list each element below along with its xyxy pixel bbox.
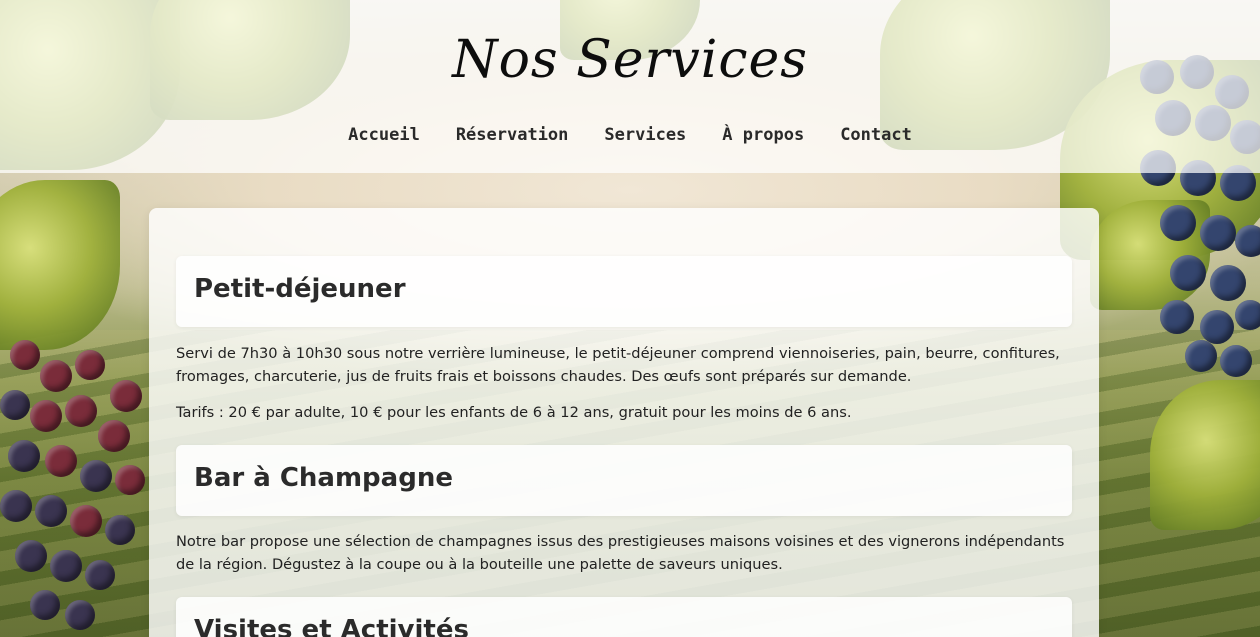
nav-link-accueil[interactable]: Accueil xyxy=(348,125,420,145)
grape xyxy=(80,460,112,492)
grape xyxy=(1235,300,1260,330)
grape xyxy=(8,440,40,472)
section-title: Bar à Champagne xyxy=(194,463,453,493)
grape xyxy=(15,540,47,572)
grape xyxy=(30,400,62,432)
page-title: Nos Services xyxy=(452,30,808,90)
site-header: Nos Services Accueil Réservation Service… xyxy=(0,0,1260,173)
grape xyxy=(1160,300,1194,334)
section-title: Visites et Activités xyxy=(194,615,469,637)
grape xyxy=(65,600,95,630)
nav-link-services[interactable]: Services xyxy=(604,125,686,145)
grape xyxy=(70,505,102,537)
nav-link-contact[interactable]: Contact xyxy=(840,125,912,145)
grape xyxy=(35,495,67,527)
grape xyxy=(50,550,82,582)
section-paragraph: Notre bar propose une sélection de champ… xyxy=(176,533,1065,573)
grape xyxy=(0,390,30,420)
grape xyxy=(1210,265,1246,301)
grape xyxy=(1235,225,1260,257)
grape xyxy=(45,445,77,477)
grape xyxy=(115,465,145,495)
nav-link-reservation[interactable]: Réservation xyxy=(456,125,569,145)
grape xyxy=(1200,215,1236,251)
grape xyxy=(10,340,40,370)
section-title: Petit-déjeuner xyxy=(194,274,406,304)
grape xyxy=(75,350,105,380)
section-paragraph-tarifs: Tarifs : 20 € par adulte, 10 € pour les … xyxy=(176,404,852,421)
section-header-bar-champagne: Bar à Champagne xyxy=(176,445,1072,516)
grape xyxy=(85,560,115,590)
grape xyxy=(1200,310,1234,344)
vine-leaf xyxy=(0,180,120,350)
grape xyxy=(105,515,135,545)
section-header-petit-dejeuner: Petit-déjeuner xyxy=(176,256,1072,327)
nav-link-a-propos[interactable]: À propos xyxy=(722,125,804,145)
grape xyxy=(40,360,72,392)
grape xyxy=(0,490,32,522)
section-header-visites-activites: Visites et Activités xyxy=(176,597,1072,637)
grape xyxy=(98,420,130,452)
grape xyxy=(110,380,142,412)
grape xyxy=(30,590,60,620)
services-panel: Petit-déjeuner Servi de 7h30 à 10h30 sou… xyxy=(149,208,1099,637)
grape xyxy=(1185,340,1217,372)
grape xyxy=(1160,205,1196,241)
main-nav: Accueil Réservation Services À propos Co… xyxy=(0,125,1260,145)
grape xyxy=(1220,345,1252,377)
grape xyxy=(1170,255,1206,291)
grape xyxy=(65,395,97,427)
section-paragraph: Servi de 7h30 à 10h30 sous notre verrièr… xyxy=(176,345,1060,385)
